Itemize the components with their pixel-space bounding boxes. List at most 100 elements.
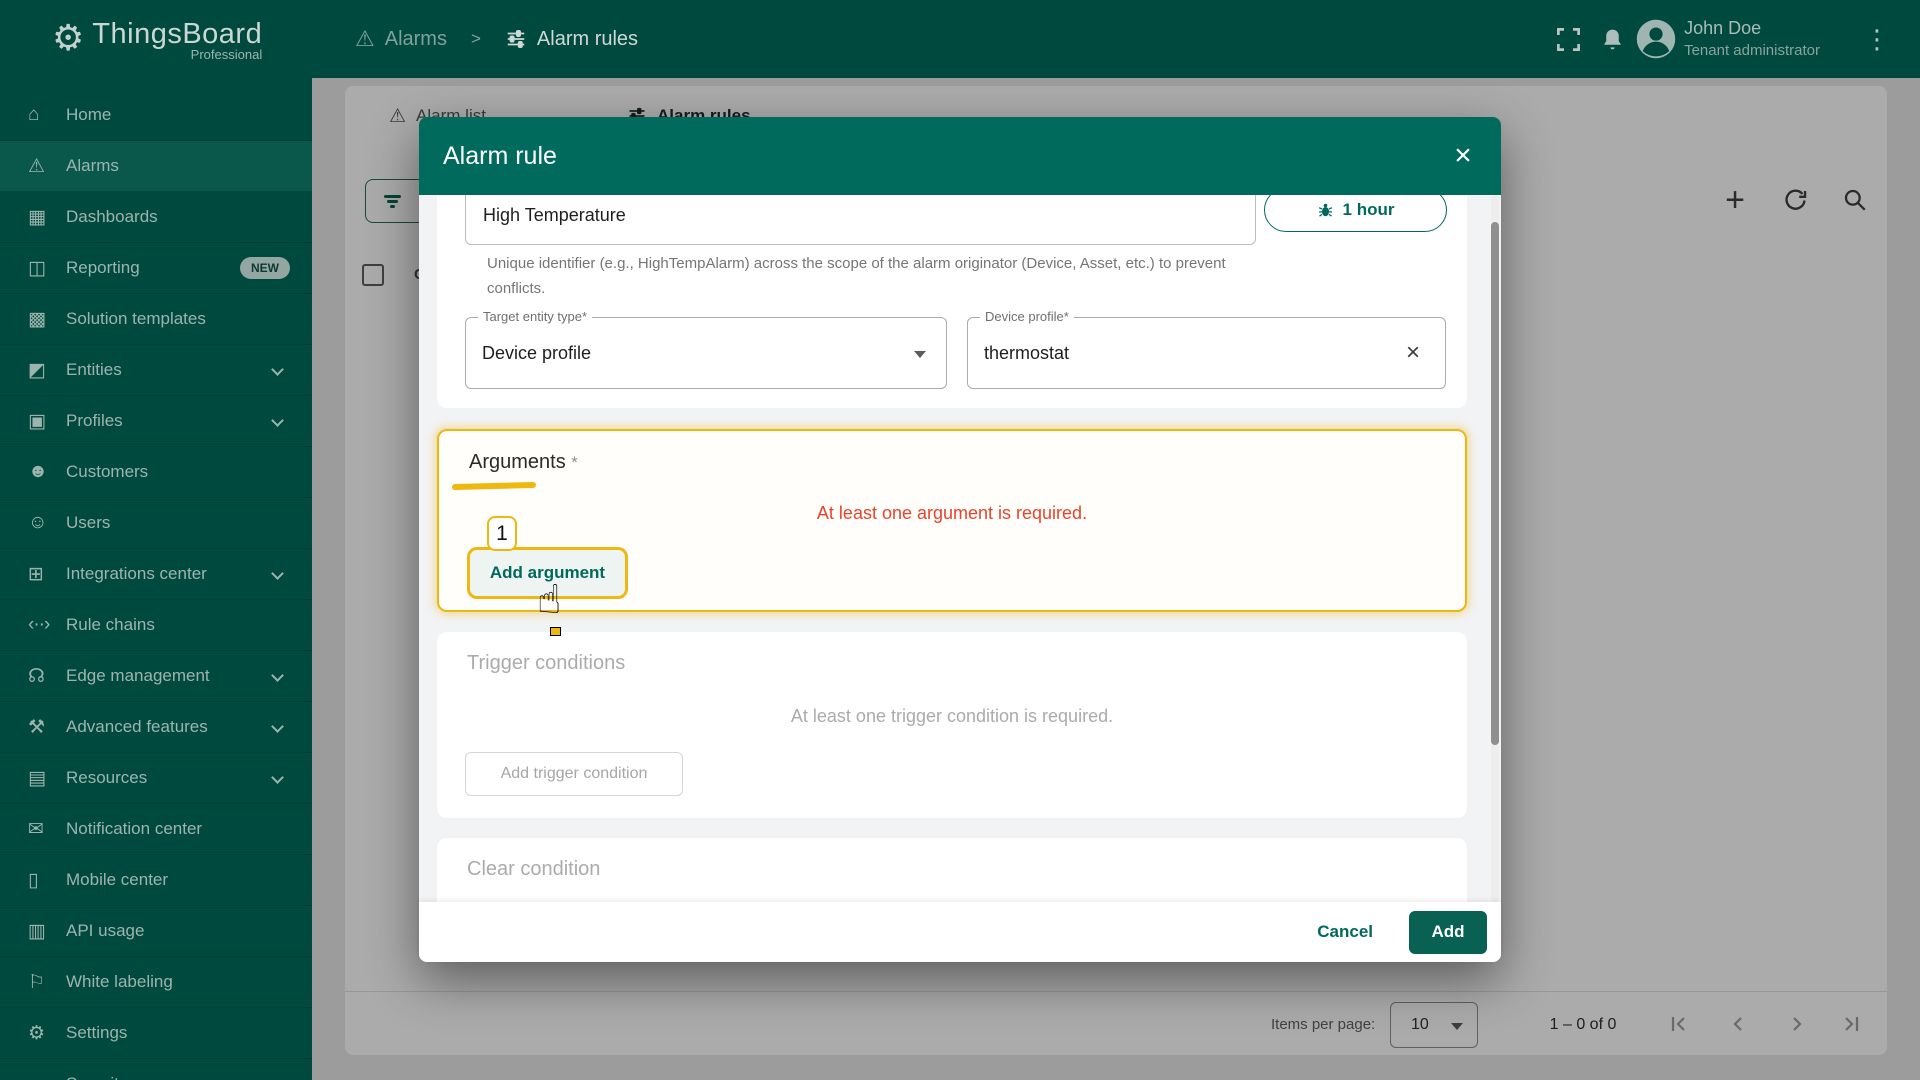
- advanced-features-icon: ⚒: [28, 716, 45, 738]
- gear-icon: ⚙: [28, 1022, 45, 1044]
- cancel-button[interactable]: Cancel: [1307, 914, 1383, 950]
- warning-icon: ⚠: [28, 155, 45, 177]
- account-circle-icon: [1636, 19, 1676, 59]
- chevron-down-icon: [271, 414, 284, 427]
- sidebar-nav: ⌂ Home ⚠ Alarms ▦ Dashboards ◫ Reporting…: [0, 78, 312, 1080]
- profiles-icon: ▣: [28, 410, 46, 432]
- add-trigger-condition-button[interactable]: Add trigger condition: [465, 752, 683, 796]
- tour-step-badge: 1: [487, 516, 517, 551]
- home-icon: ⌂: [28, 104, 39, 125]
- dialog-scrollbar: [1491, 195, 1499, 902]
- breadcrumb-alarm-rules: Alarm rules: [536, 27, 639, 50]
- brand-subtitle: Professional: [190, 47, 263, 62]
- brand-title: ThingsBoard: [92, 18, 263, 50]
- alarm-rule-name-input[interactable]: [465, 195, 1256, 245]
- new-badge: NEW: [240, 257, 290, 279]
- sidebar-item-home[interactable]: ⌂ Home: [0, 90, 312, 141]
- target-entity-type-select[interactable]: Target entity type* Device profile: [465, 309, 947, 389]
- sidebar-item-reporting[interactable]: ◫ Reporting NEW: [0, 243, 312, 294]
- alarm-rule-dialog: Alarm rule × 1 hour Unique identifier (e…: [419, 117, 1501, 962]
- solution-templates-icon: ▩: [28, 308, 46, 330]
- arguments-section: Arguments * At least one argument is req…: [437, 429, 1467, 612]
- top-header: ⚙ ThingsBoard Professional ⚠ Alarms > Al…: [0, 0, 1920, 78]
- sidebar-item-settings[interactable]: ⚙ Settings: [0, 1008, 312, 1059]
- rule-chains-icon: ‹··›: [28, 614, 50, 635]
- mobile-phone-icon: ▯: [28, 869, 38, 891]
- app-window: ⚙ ThingsBoard Professional ⚠ Alarms > Al…: [0, 0, 1920, 1080]
- reporting-icon: ◫: [28, 257, 46, 279]
- fullscreen-button[interactable]: [1546, 17, 1590, 61]
- sidebar-item-resources[interactable]: ▤ Resources: [0, 753, 312, 804]
- user-role: Tenant administrator: [1684, 42, 1820, 59]
- device-profile-field[interactable]: Device profile* thermostat ×: [967, 309, 1446, 389]
- sidebar-item-edge-management[interactable]: ☊ Edge management: [0, 651, 312, 702]
- debug-mode-button[interactable]: 1 hour: [1264, 195, 1447, 232]
- sidebar-item-profiles[interactable]: ▣ Profiles: [0, 396, 312, 447]
- close-icon[interactable]: ×: [1445, 139, 1481, 175]
- fullscreen-icon: [1556, 27, 1580, 51]
- bug-icon: [1318, 203, 1332, 217]
- sidebar-item-white-labeling[interactable]: ⚐ White labeling: [0, 957, 312, 1008]
- bell-icon: [1603, 29, 1621, 49]
- sidebar-item-users[interactable]: ☺ Users: [0, 498, 312, 549]
- user-avatar[interactable]: [1634, 17, 1678, 61]
- chevron-down-icon: [271, 363, 284, 376]
- white-labeling-icon: ⚐: [28, 971, 45, 993]
- sidebar-item-integrations-center[interactable]: ⊞ Integrations center: [0, 549, 312, 600]
- breadcrumb: ⚠ Alarms > Alarm rules: [355, 0, 638, 78]
- sidebar-item-api-usage[interactable]: ▥ API usage: [0, 906, 312, 957]
- notifications-button[interactable]: [1590, 17, 1634, 61]
- add-button[interactable]: Add: [1409, 910, 1487, 954]
- thingsboard-logo-icon: ⚙: [52, 17, 85, 58]
- pointer-hand-cursor-icon: ☝: [537, 578, 562, 622]
- dialog-header: Alarm rule ×: [419, 117, 1501, 195]
- tour-highlight-underline: [451, 481, 537, 491]
- sidebar-item-advanced-features[interactable]: ⚒ Advanced features: [0, 702, 312, 753]
- chevron-down-icon: [271, 567, 284, 580]
- sidebar-item-notification-center[interactable]: ✉ Notification center: [0, 804, 312, 855]
- chevron-down-icon: [271, 771, 284, 784]
- sidebar-item-alarms[interactable]: ⚠ Alarms: [0, 141, 312, 192]
- kebab-menu-icon[interactable]: ⋮: [1856, 24, 1898, 55]
- chevron-down-icon: [271, 720, 284, 733]
- customers-icon: ☻: [28, 461, 48, 482]
- sidebar-item-dashboards[interactable]: ▦ Dashboards: [0, 192, 312, 243]
- chevron-down-icon: [271, 669, 284, 682]
- sidebar-item-entities[interactable]: ◩ Entities: [0, 345, 312, 396]
- sidebar-item-solution-templates[interactable]: ▩ Solution templates: [0, 294, 312, 345]
- clear-condition-section: Clear condition: [437, 838, 1467, 902]
- api-usage-chart-icon: ▥: [28, 920, 46, 942]
- thingsboard-logo[interactable]: ⚙ ThingsBoard Professional: [52, 14, 262, 62]
- sidebar-item-rule-chains[interactable]: ‹··› Rule chains: [0, 600, 312, 651]
- trigger-conditions-title: Trigger conditions: [467, 652, 626, 674]
- sidebar-item-customers[interactable]: ☻ Customers: [0, 447, 312, 498]
- trigger-conditions-hint: At least one trigger condition is requir…: [790, 706, 1114, 726]
- sidebar-item-mobile-center[interactable]: ▯ Mobile center: [0, 855, 312, 906]
- breadcrumb-separator: >: [470, 29, 481, 48]
- sidebar-item-security[interactable]: Security: [0, 1059, 312, 1080]
- pointer-cursor-base: [550, 627, 561, 636]
- trigger-conditions-section: Trigger conditions At least one trigger …: [437, 632, 1467, 818]
- breadcrumb-alarms[interactable]: Alarms: [385, 28, 447, 51]
- scrollbar-thumb[interactable]: [1491, 222, 1499, 745]
- entities-icon: ◩: [28, 359, 46, 381]
- arguments-title: Arguments *: [469, 451, 578, 473]
- tune-icon: [507, 30, 525, 48]
- debug-duration-label: 1 hour: [1342, 200, 1395, 219]
- warning-icon: ⚠: [355, 26, 375, 51]
- user-name: John Doe: [1684, 18, 1762, 38]
- user-info: John Doe Tenant administrator: [1684, 17, 1820, 61]
- users-icon: ☺: [28, 512, 47, 533]
- dialog-title: Alarm rule: [443, 142, 557, 170]
- clear-icon[interactable]: ×: [1397, 337, 1429, 369]
- arguments-error-text: At least one argument is required.: [816, 503, 1088, 523]
- chevron-down-icon: [914, 351, 926, 358]
- notification-icon: ✉: [28, 818, 44, 840]
- dialog-footer: Cancel Add: [419, 902, 1501, 962]
- clear-condition-title: Clear condition: [467, 858, 601, 880]
- dialog-body: 1 hour Unique identifier (e.g., HighTemp…: [419, 195, 1501, 902]
- name-helper-text: Unique identifier (e.g., HighTempAlarm) …: [487, 255, 1226, 297]
- integrations-icon: ⊞: [28, 563, 44, 585]
- resources-folder-icon: ▤: [28, 767, 46, 789]
- dashboards-icon: ▦: [28, 206, 46, 228]
